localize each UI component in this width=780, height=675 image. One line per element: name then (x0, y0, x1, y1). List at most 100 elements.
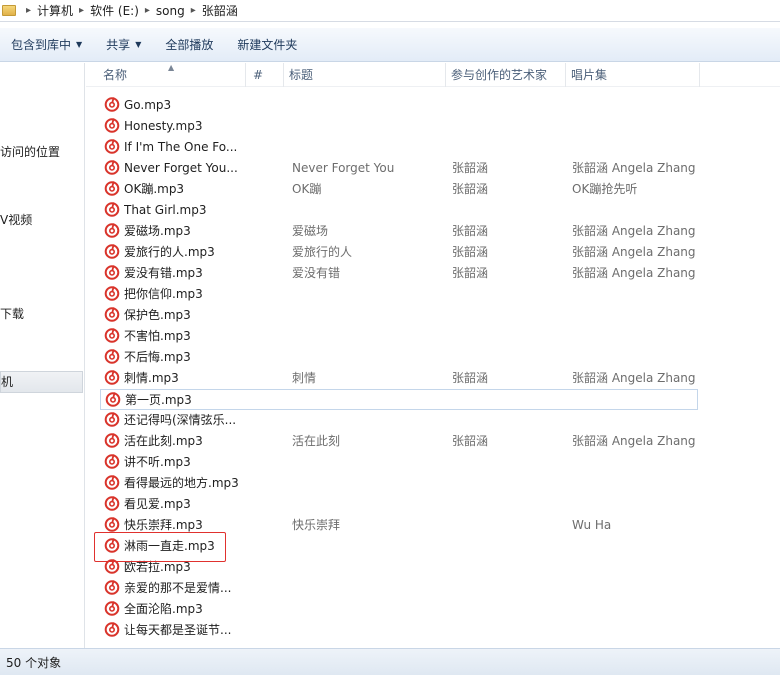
file-name: 看得最远的地方.mp3 (124, 476, 239, 490)
file-album (572, 284, 712, 305)
file-artist: 张韶涵 (452, 182, 489, 196)
file-album (572, 578, 712, 599)
file-artist (452, 347, 562, 368)
file-artist (452, 410, 562, 431)
file-row[interactable]: If I'm The One Fo... (100, 137, 698, 158)
file-artist (452, 95, 562, 116)
file-album: 张韶涵 Angela Zhang (572, 224, 696, 238)
file-row[interactable]: Honesty.mp3 (100, 116, 698, 137)
file-row[interactable]: 不后悔.mp3 (100, 347, 698, 368)
file-row[interactable]: 看得最远的地方.mp3 (100, 473, 698, 494)
column-header-number[interactable]: # (248, 63, 284, 87)
include-in-library-button[interactable]: 包含到库中 ▼ (0, 28, 95, 61)
file-album: Wu Ha (572, 518, 612, 532)
breadcrumb-drive[interactable]: 软件 (E:) (90, 2, 139, 19)
file-row[interactable]: 快乐崇拜.mp3 快乐崇拜 Wu Ha (100, 515, 698, 536)
column-header-album[interactable]: 唱片集 (566, 63, 700, 87)
netease-music-file-icon (104, 223, 120, 238)
file-row[interactable]: 让每天都是圣诞节... (100, 620, 698, 641)
command-bar: 包含到库中 ▼ 共享 ▼ 全部播放 新建文件夹 (0, 28, 780, 62)
file-title: 爱旅行的人 (292, 245, 353, 259)
file-row[interactable]: 全面沦陷.mp3 (100, 599, 698, 620)
netease-music-file-icon (104, 538, 120, 553)
file-row[interactable]: 还记得吗(深情弦乐... (100, 410, 698, 431)
file-row[interactable]: OK蹦.mp3 OK蹦 张韶涵 OK蹦抢先听 (100, 179, 698, 200)
play-all-button[interactable]: 全部播放 (154, 28, 226, 61)
file-row[interactable]: 欧若拉.mp3 (100, 557, 698, 578)
netease-music-file-icon (104, 622, 120, 637)
file-row[interactable]: 把你信仰.mp3 (100, 284, 698, 305)
netease-music-file-icon (104, 433, 120, 448)
chevron-right-icon[interactable]: ▸ (79, 5, 84, 16)
file-row[interactable]: 活在此刻.mp3 活在此刻 张韶涵 张韶涵 Angela Zhang (100, 431, 698, 452)
file-artist: 张韶涵 (452, 245, 489, 259)
file-album (572, 557, 712, 578)
file-row[interactable]: 看见爱.mp3 (100, 494, 698, 515)
file-name: Honesty.mp3 (124, 119, 203, 133)
file-row[interactable]: 爱没有错.mp3 爱没有错 张韶涵 张韶涵 Angela Zhang (100, 263, 698, 284)
file-title (292, 494, 442, 515)
file-title: 刺情 (292, 371, 317, 385)
new-folder-button[interactable]: 新建文件夹 (226, 28, 310, 61)
nav-item-recent-places[interactable]: 访问的位置 (0, 143, 60, 160)
file-row[interactable]: 刺情.mp3 刺情 张韶涵 张韶涵 Angela Zhang (100, 368, 698, 389)
netease-music-file-icon (104, 244, 120, 259)
file-name: 不后悔.mp3 (124, 350, 191, 364)
file-row[interactable]: That Girl.mp3 (100, 200, 698, 221)
file-title (292, 305, 442, 326)
file-row[interactable]: Go.mp3 (100, 95, 698, 116)
nav-item-videos[interactable]: V视频 (0, 211, 32, 228)
file-artist (452, 599, 562, 620)
file-row[interactable]: 爱旅行的人.mp3 爱旅行的人 张韶涵 张韶涵 Angela Zhang (100, 242, 698, 263)
netease-music-file-icon (104, 286, 120, 301)
column-header-artist[interactable]: 参与创作的艺术家 (446, 63, 566, 87)
file-title (292, 410, 442, 431)
chevron-right-icon[interactable]: ▸ (145, 5, 150, 16)
file-title: 快乐崇拜 (292, 518, 341, 532)
netease-music-file-icon (104, 328, 120, 343)
chevron-right-icon[interactable]: ▸ (191, 5, 196, 16)
file-row[interactable]: 亲爱的那不是爱情... (100, 578, 698, 599)
netease-music-file-icon (105, 392, 121, 407)
file-title (292, 284, 442, 305)
file-row[interactable]: 第一页.mp3 (100, 389, 698, 410)
file-row[interactable]: Never Forget You... Never Forget You 张韶涵 张韶… (100, 158, 698, 179)
column-header-name[interactable]: 名称 (98, 63, 246, 87)
column-header-title[interactable]: 标题 (284, 63, 446, 87)
file-title (292, 536, 442, 557)
file-album (572, 305, 712, 326)
file-row[interactable]: 保护色.mp3 (100, 305, 698, 326)
file-name: 爱磁场.mp3 (124, 224, 191, 238)
file-album (572, 494, 712, 515)
nav-item-computer[interactable]: 机 (0, 371, 83, 393)
file-row[interactable]: 讲不听.mp3 (100, 452, 698, 473)
nav-item-downloads[interactable]: 下载 (0, 305, 24, 322)
file-artist (452, 557, 562, 578)
file-album (572, 200, 712, 221)
folder-icon (2, 5, 16, 16)
netease-music-file-icon (104, 97, 120, 112)
file-row[interactable]: 爱磁场.mp3 爱磁场 张韶涵 张韶涵 Angela Zhang (100, 221, 698, 242)
file-artist (452, 326, 562, 347)
netease-music-file-icon (104, 139, 120, 154)
file-row[interactable]: 淋雨一直走.mp3 (100, 536, 698, 557)
file-album (572, 536, 712, 557)
file-name: Never Forget You... (124, 161, 238, 175)
netease-music-file-icon (104, 601, 120, 616)
file-row[interactable]: 不害怕.mp3 (100, 326, 698, 347)
file-name: 欧若拉.mp3 (124, 560, 191, 574)
address-bar[interactable]: ▸ 计算机 ▸ 软件 (E:) ▸ song ▸ 张韶涵 (0, 0, 780, 22)
breadcrumb-computer[interactable]: 计算机 (37, 2, 73, 19)
file-list[interactable]: Go.mp3 Honesty.mp3 If I'm The One Fo... Nev… (86, 95, 780, 648)
chevron-right-icon[interactable]: ▸ (26, 5, 31, 16)
navigation-pane[interactable]: 访问的位置 V视频 下载 机 (0, 63, 85, 648)
file-artist (452, 473, 562, 494)
file-title (292, 326, 442, 347)
breadcrumb-current-folder[interactable]: 张韶涵 (202, 2, 238, 19)
breadcrumb-song[interactable]: song (156, 4, 185, 18)
item-count: 50 个对象 (6, 655, 62, 670)
file-title: 爱没有错 (292, 266, 341, 280)
file-name: 亲爱的那不是爱情... (124, 581, 232, 595)
file-title (292, 452, 442, 473)
share-button[interactable]: 共享 ▼ (95, 28, 154, 61)
